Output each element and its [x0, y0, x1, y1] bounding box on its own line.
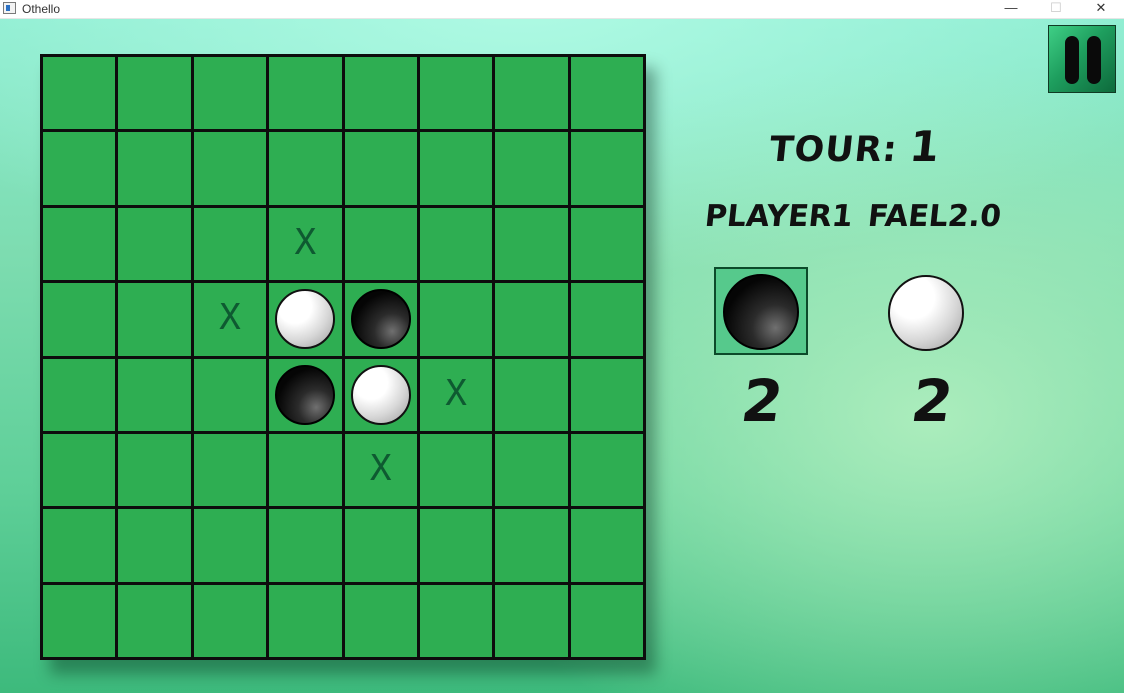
board-cell-4-4[interactable]	[344, 358, 417, 431]
player2-disc	[888, 275, 964, 351]
board-cell-7-0[interactable]	[43, 584, 116, 657]
board-cell-3-0[interactable]	[43, 283, 116, 356]
board-cell-7-2[interactable]	[193, 584, 267, 657]
board-cell-6-2[interactable]	[193, 509, 267, 582]
board-cell-1-6[interactable]	[495, 132, 568, 205]
valid-move-marker[interactable]: X	[345, 434, 417, 506]
board-cell-3-4[interactable]	[344, 283, 417, 356]
valid-move-marker[interactable]: X	[194, 283, 266, 355]
board-cell-2-7[interactable]	[570, 207, 643, 281]
board-cell-5-5[interactable]	[419, 433, 493, 507]
minimize-button[interactable]: —	[988, 0, 1034, 18]
turn-label: TOUR:	[767, 130, 900, 170]
board-cell-3-7[interactable]	[570, 283, 643, 356]
app-icon	[3, 2, 16, 14]
board-cell-4-0[interactable]	[43, 358, 116, 431]
board-cell-5-4[interactable]: X	[344, 433, 417, 507]
white-disc	[275, 289, 336, 350]
player2-name: FAEL2.0	[866, 199, 1003, 234]
board-cell-1-0[interactable]	[43, 132, 116, 205]
board-cell-5-7[interactable]	[570, 433, 643, 507]
player2-score: 2	[907, 367, 958, 435]
board-cell-3-1[interactable]	[118, 283, 191, 356]
board-cell-4-1[interactable]	[118, 358, 191, 431]
board-cell-1-3[interactable]	[269, 132, 342, 205]
board-cell-2-0[interactable]	[43, 207, 116, 281]
board-cell-7-4[interactable]	[344, 584, 417, 657]
black-disc	[275, 364, 336, 425]
board-cell-0-2[interactable]	[193, 57, 267, 130]
board-cell-6-0[interactable]	[43, 509, 116, 582]
board-cell-5-6[interactable]	[495, 433, 568, 507]
player1-disc	[723, 274, 799, 350]
board-cell-2-1[interactable]	[118, 207, 191, 281]
pause-icon-bar	[1087, 36, 1101, 84]
board-cell-7-5[interactable]	[419, 584, 493, 657]
black-disc	[350, 289, 411, 350]
board-cell-2-3[interactable]: X	[269, 207, 342, 281]
board-cell-6-1[interactable]	[118, 509, 191, 582]
board-cell-3-3[interactable]	[269, 283, 342, 356]
board-cell-4-7[interactable]	[570, 358, 643, 431]
board-cell-6-7[interactable]	[570, 509, 643, 582]
board-cell-0-3[interactable]	[269, 57, 342, 130]
board-cell-2-5[interactable]	[419, 207, 493, 281]
board-cell-7-1[interactable]	[118, 584, 191, 657]
board-cell-5-1[interactable]	[118, 433, 191, 507]
board-cell-7-6[interactable]	[495, 584, 568, 657]
board-cell-3-6[interactable]	[495, 283, 568, 356]
board-cell-0-0[interactable]	[43, 57, 116, 130]
board-cell-4-3[interactable]	[269, 358, 342, 431]
game-area: XXXX TOUR: 1 PLAYER1 FAEL2.0 2 2	[0, 19, 1124, 693]
player1-score: 2	[737, 367, 788, 435]
player1-name: PLAYER1	[703, 199, 855, 234]
board-cell-6-5[interactable]	[419, 509, 493, 582]
pause-icon	[1065, 36, 1079, 84]
board-cell-6-6[interactable]	[495, 509, 568, 582]
board-cell-4-5[interactable]: X	[419, 358, 493, 431]
white-disc	[350, 364, 411, 425]
valid-move-marker[interactable]: X	[420, 359, 492, 431]
board-cell-0-7[interactable]	[570, 57, 643, 130]
valid-move-marker[interactable]: X	[269, 208, 341, 280]
board-cell-1-5[interactable]	[419, 132, 493, 205]
board-cell-1-2[interactable]	[193, 132, 267, 205]
board-cell-6-4[interactable]	[344, 509, 417, 582]
board-cell-6-3[interactable]	[269, 509, 342, 582]
board-cell-5-0[interactable]	[43, 433, 116, 507]
board-cell-0-1[interactable]	[118, 57, 191, 130]
pause-button[interactable]	[1048, 25, 1116, 93]
board-cell-7-3[interactable]	[269, 584, 342, 657]
board-cell-0-4[interactable]	[344, 57, 417, 130]
board-cell-7-7[interactable]	[570, 584, 643, 657]
window-title: Othello	[22, 2, 61, 16]
board-cell-3-5[interactable]	[419, 283, 493, 356]
board-cell-2-6[interactable]	[495, 207, 568, 281]
turn-indicator: TOUR: 1	[767, 122, 942, 171]
board-cell-2-2[interactable]	[193, 207, 267, 281]
turn-number: 1	[907, 122, 942, 171]
board-cell-4-6[interactable]	[495, 358, 568, 431]
board-cell-2-4[interactable]	[344, 207, 417, 281]
board-cell-0-5[interactable]	[419, 57, 493, 130]
title-bar: Othello — ☐ ✕	[0, 0, 1124, 19]
board-cell-5-2[interactable]	[193, 433, 267, 507]
othello-board: XXXX	[40, 54, 646, 660]
board-cell-1-4[interactable]	[344, 132, 417, 205]
close-button[interactable]: ✕	[1078, 0, 1124, 18]
board-cell-1-1[interactable]	[118, 132, 191, 205]
board-cell-4-2[interactable]	[193, 358, 267, 431]
board-cell-5-3[interactable]	[269, 433, 342, 507]
board-cell-3-2[interactable]: X	[193, 283, 267, 356]
board-cell-1-7[interactable]	[570, 132, 643, 205]
maximize-button[interactable]: ☐	[1033, 0, 1079, 18]
board-cell-0-6[interactable]	[495, 57, 568, 130]
